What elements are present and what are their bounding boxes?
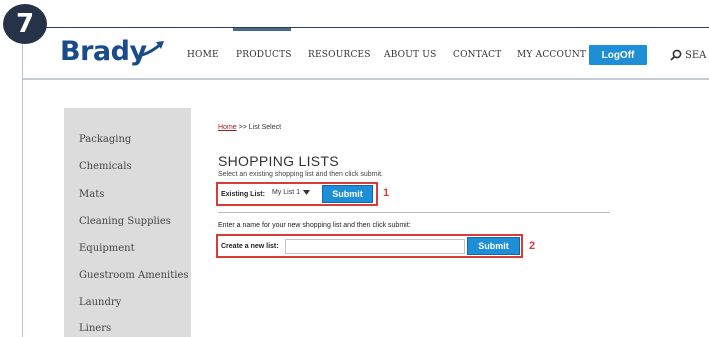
sidebar-item-laundry[interactable]: Laundry xyxy=(79,297,121,308)
existing-list-value: My List 1 xyxy=(272,189,301,196)
breadcrumb-home-link[interactable]: Home xyxy=(218,124,237,131)
new-list-label: Create a new list: xyxy=(221,243,279,250)
sidebar-item-liners[interactable]: Liners xyxy=(79,323,111,334)
existing-list-select[interactable]: My List 1 xyxy=(272,189,311,196)
search-link[interactable]: SEA xyxy=(670,49,706,61)
search-icon xyxy=(670,49,682,61)
section-divider xyxy=(218,212,610,213)
breadcrumb: Home >> List Select xyxy=(218,124,281,131)
sidebar-item-equipment[interactable]: Equipment xyxy=(79,243,135,254)
callout-number-2: 2 xyxy=(529,240,536,252)
existing-list-instruction: Select an existing shopping list and the… xyxy=(218,171,383,178)
breadcrumb-current: >> List Select xyxy=(236,124,282,131)
nav-home[interactable]: HOME xyxy=(187,50,219,60)
nav-my-account[interactable]: MY ACCOUNT xyxy=(517,50,586,60)
callout-number-1: 1 xyxy=(383,187,390,199)
existing-list-submit-button[interactable]: Submit xyxy=(322,185,373,203)
main-content: Home >> List Select SHOPPING LISTS Selec… xyxy=(218,124,383,178)
new-list-name-input[interactable] xyxy=(285,239,465,254)
nav-about-us[interactable]: ABOUT US xyxy=(384,50,436,60)
new-list-submit-button[interactable]: Submit xyxy=(467,237,520,255)
existing-list-label: Existing List: xyxy=(221,191,265,198)
sidebar-item-mats[interactable]: Mats xyxy=(79,189,104,200)
nav-products[interactable]: PRODUCTS xyxy=(236,50,292,60)
logoff-button[interactable]: LogOff xyxy=(589,45,647,65)
chevron-down-icon xyxy=(303,190,311,195)
sidebar-item-packaging[interactable]: Packaging xyxy=(79,134,131,145)
sidebar-item-cleaning-supplies[interactable]: Cleaning Supplies xyxy=(79,216,171,227)
logo-arrow-icon xyxy=(141,41,164,57)
nav-contact[interactable]: CONTACT xyxy=(453,50,501,60)
nav-active-indicator xyxy=(233,28,291,31)
category-sidebar: Packaging Chemicals Mats Cleaning Suppli… xyxy=(64,108,191,337)
sidebar-item-guestroom-amenities[interactable]: Guestroom Amenities xyxy=(79,270,189,281)
site-header: Brady HOME PRODUCTS RESOURCES ABOUT US C… xyxy=(23,28,709,80)
nav-resources[interactable]: RESOURCES xyxy=(308,50,371,60)
page-title: SHOPPING LISTS xyxy=(218,153,339,169)
step-badge: 7 xyxy=(3,4,47,44)
sidebar-item-chemicals[interactable]: Chemicals xyxy=(79,161,132,172)
brady-logo[interactable]: Brady xyxy=(60,36,147,67)
search-label: SEA xyxy=(685,49,707,61)
new-list-instruction: Enter a name for your new shopping list … xyxy=(218,222,411,229)
